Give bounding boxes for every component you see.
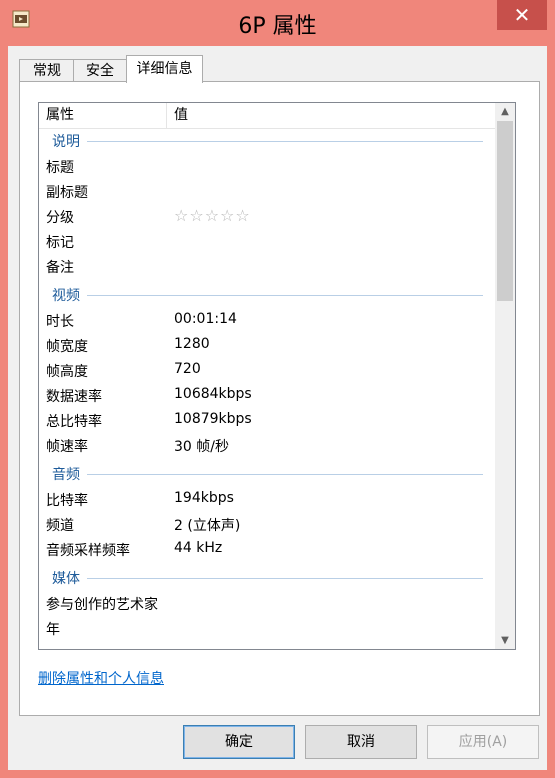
property-name: 频道 — [46, 518, 74, 534]
apply-button[interactable]: 应用(A) — [427, 725, 539, 759]
property-name: 帧速率 — [46, 439, 88, 455]
property-value: 194kbps — [174, 490, 234, 506]
property-name: 标题 — [46, 160, 74, 176]
property-row-title[interactable]: 标题 — [39, 155, 495, 180]
list-header: 属性 值 — [39, 103, 495, 129]
property-name: 帧宽度 — [46, 339, 88, 355]
property-value: 720 — [174, 361, 201, 377]
property-name: 音频采样频率 — [46, 543, 130, 559]
property-name: 帧高度 — [46, 364, 88, 380]
property-name: 分级 — [46, 210, 74, 226]
tab-security[interactable]: 安全 — [73, 59, 127, 82]
property-name: 总比特率 — [46, 414, 102, 430]
property-row-data-rate[interactable]: 数据速率 10684kbps — [39, 384, 495, 409]
property-row-frame-width[interactable]: 帧宽度 1280 — [39, 334, 495, 359]
cancel-button[interactable]: 取消 — [305, 725, 417, 759]
property-value: 10879kbps — [174, 411, 252, 427]
property-name: 数据速率 — [46, 389, 102, 405]
property-list: 属性 值 说明 标题 副标题 分级 ☆☆☆☆☆ 标记 备注 视频 时长 00:0… — [38, 102, 516, 650]
remove-properties-link[interactable]: 删除属性和个人信息 — [38, 668, 164, 688]
dialog-client: 常规 安全 详细信息 属性 值 说明 标题 副标题 分级 ☆☆☆☆☆ 标记 备注… — [8, 46, 547, 770]
group-divider — [87, 578, 483, 579]
property-row-tags[interactable]: 标记 — [39, 230, 495, 255]
group-label: 媒体 — [52, 571, 80, 587]
property-value: 10684kbps — [174, 386, 252, 402]
column-header-property[interactable]: 属性 — [46, 103, 74, 128]
window-title: 6P 属性 — [238, 14, 317, 39]
property-name: 年 — [46, 622, 60, 638]
group-label: 音频 — [52, 467, 80, 483]
property-name: 标记 — [46, 235, 74, 251]
property-row-contributing-artists[interactable]: 参与创作的艺术家 — [39, 592, 495, 617]
group-label: 视频 — [52, 288, 80, 304]
group-divider — [87, 141, 483, 142]
property-row-frame-rate[interactable]: 帧速率 30 帧/秒 — [39, 434, 495, 459]
scroll-up-icon[interactable]: ▲ — [495, 103, 515, 120]
property-row-length[interactable]: 时长 00:01:14 — [39, 309, 495, 334]
property-value: 30 帧/秒 — [174, 439, 229, 455]
column-divider[interactable] — [166, 103, 167, 128]
close-button[interactable]: ✕ — [497, 0, 547, 30]
property-row-frame-height[interactable]: 帧高度 720 — [39, 359, 495, 384]
property-row-comments[interactable]: 备注 — [39, 255, 495, 280]
tab-general[interactable]: 常规 — [19, 59, 75, 82]
property-row-bitrate[interactable]: 比特率 194kbps — [39, 488, 495, 513]
window-titlebar: 6P 属性 ✕ — [0, 0, 555, 46]
property-name: 备注 — [46, 260, 74, 276]
property-name: 副标题 — [46, 185, 88, 201]
rating-stars-icon[interactable]: ☆☆☆☆☆ — [174, 206, 251, 225]
property-row-rating[interactable]: 分级 ☆☆☆☆☆ — [39, 205, 495, 230]
group-divider — [87, 474, 483, 475]
property-value: 00:01:14 — [174, 311, 237, 327]
group-divider — [87, 295, 483, 296]
group-label: 说明 — [52, 134, 80, 150]
scroll-down-icon[interactable]: ▼ — [495, 632, 515, 649]
property-name: 参与创作的艺术家 — [46, 597, 158, 613]
details-panel: 属性 值 说明 标题 副标题 分级 ☆☆☆☆☆ 标记 备注 视频 时长 00:0… — [19, 81, 540, 716]
group-description: 说明 — [39, 129, 495, 154]
scroll-thumb[interactable] — [497, 121, 513, 301]
ok-button[interactable]: 确定 — [183, 725, 295, 759]
property-value: 1280 — [174, 336, 210, 352]
property-row-total-bitrate[interactable]: 总比特率 10879kbps — [39, 409, 495, 434]
group-media: 媒体 — [39, 566, 495, 591]
property-value: 44 kHz — [174, 540, 223, 556]
group-audio: 音频 — [39, 462, 495, 487]
property-row-sample-rate[interactable]: 音频采样频率 44 kHz — [39, 538, 495, 563]
column-header-value[interactable]: 值 — [174, 103, 188, 128]
property-row-channels[interactable]: 频道 2 (立体声) — [39, 513, 495, 538]
vertical-scrollbar[interactable]: ▲ ▼ — [495, 103, 515, 649]
property-name: 比特率 — [46, 493, 88, 509]
property-row-subtitle[interactable]: 副标题 — [39, 180, 495, 205]
group-video: 视频 — [39, 283, 495, 308]
property-value: 2 (立体声) — [174, 518, 241, 534]
tab-details[interactable]: 详细信息 — [126, 55, 203, 83]
property-row-year[interactable]: 年 — [39, 617, 495, 642]
property-name: 时长 — [46, 314, 74, 330]
